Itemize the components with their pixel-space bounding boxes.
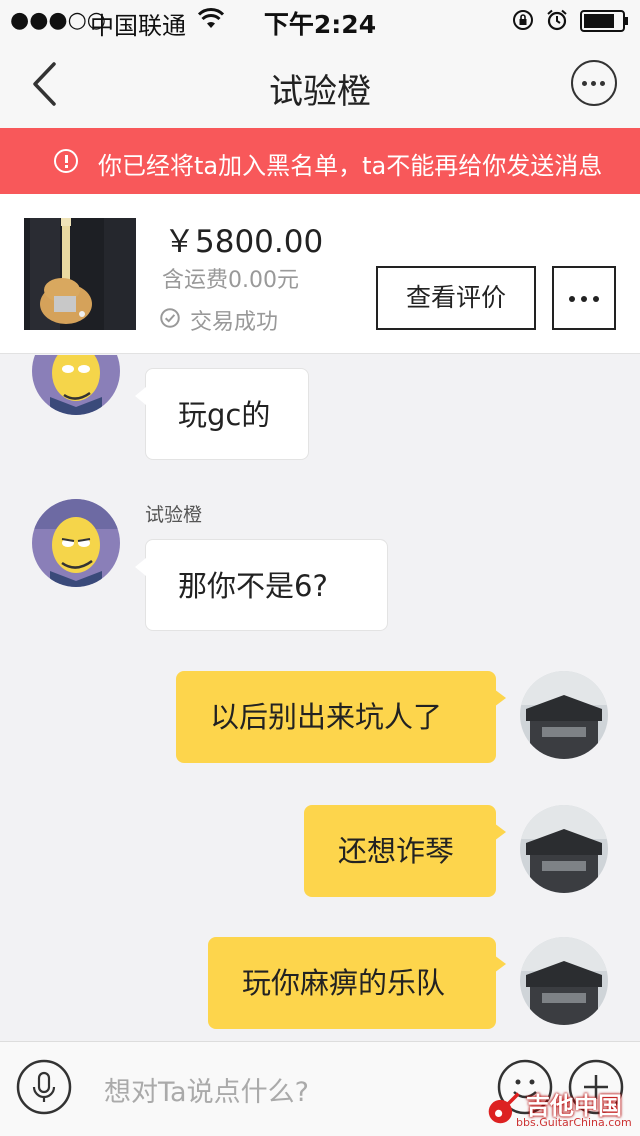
alarm-icon xyxy=(547,9,567,31)
message-bubble-incoming[interactable]: 那你不是6? xyxy=(135,539,388,631)
user-avatar[interactable] xyxy=(520,937,608,1025)
shipping-fee: 含运费0.00元 xyxy=(162,268,299,293)
chat-message-list[interactable]: 玩gc的 试验橙 那你不是6? 以后别出来坑人了 还想诈琴 玩你麻痹的乐队 xyxy=(0,355,640,1041)
view-review-button[interactable]: 查看评价 xyxy=(376,266,536,330)
user-avatar[interactable] xyxy=(520,671,608,759)
page-title: 试验橙 xyxy=(269,72,371,112)
dot-icon xyxy=(581,296,587,302)
status-bar: ●●●○○ 中国联通 下午2:24 xyxy=(0,0,640,40)
blacklist-warning-banner: 你已经将ta加入黑名单，ta不能再给你发送消息 xyxy=(0,128,640,194)
message-input[interactable]: 想对Ta说点什么? xyxy=(96,1057,486,1117)
navigation-bar: 试验橙 xyxy=(0,40,640,128)
dot-icon xyxy=(593,296,599,302)
dot-icon xyxy=(569,296,575,302)
message-bubble-incoming[interactable]: 玩gc的 xyxy=(135,368,309,460)
message-bubble-outgoing[interactable]: 以后别出来坑人了 xyxy=(176,671,506,763)
product-price: ￥5800.00 xyxy=(164,224,324,260)
contact-avatar[interactable] xyxy=(32,355,120,415)
microphone-icon[interactable] xyxy=(16,1059,72,1115)
product-thumbnail[interactable] xyxy=(24,218,136,330)
sender-name: 试验橙 xyxy=(145,504,203,526)
clock: 下午2:24 xyxy=(263,10,377,39)
info-icon xyxy=(54,149,78,173)
product-card: ￥5800.00 含运费0.00元 交易成功 查看评价 xyxy=(0,194,640,354)
dot-icon xyxy=(591,81,596,86)
dot-icon xyxy=(600,81,605,86)
product-more-button[interactable] xyxy=(552,266,616,330)
site-watermark: 吉他中国 bbs.GuitarChina.com xyxy=(486,1086,636,1132)
battery-icon xyxy=(580,10,628,32)
check-circle-icon xyxy=(160,308,180,328)
contact-avatar[interactable] xyxy=(32,499,120,587)
watermark-url: bbs.GuitarChina.com xyxy=(516,1116,632,1129)
rotation-lock-icon xyxy=(513,10,533,30)
dot-icon xyxy=(582,81,587,86)
user-avatar[interactable] xyxy=(520,805,608,893)
warning-text: 你已经将ta加入黑名单，ta不能再给你发送消息 xyxy=(98,152,603,180)
message-bubble-outgoing[interactable]: 玩你麻痹的乐队 xyxy=(208,937,506,1029)
message-bubble-outgoing[interactable]: 还想诈琴 xyxy=(304,805,506,897)
more-options-button[interactable] xyxy=(571,60,617,106)
order-status: 交易成功 xyxy=(190,310,279,335)
